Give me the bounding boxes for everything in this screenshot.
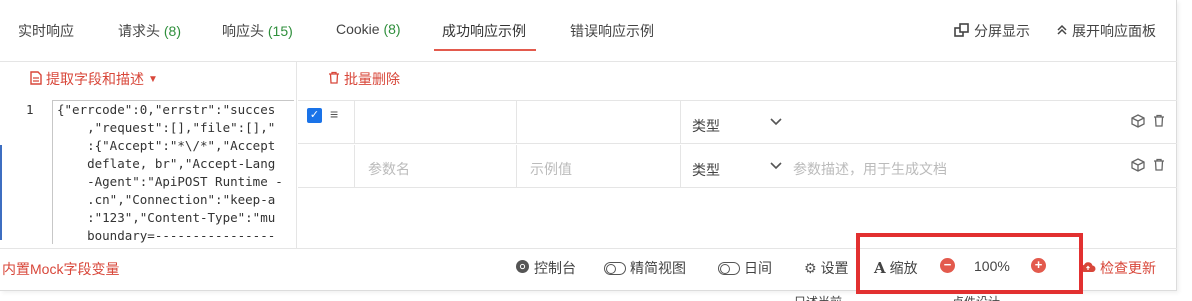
trash-icon[interactable] [1153, 114, 1165, 130]
chevrons-up-icon [1056, 23, 1068, 39]
table-row: ✓ ≡ 类型 [298, 101, 1177, 144]
code-line: :"123","Content-Type":"mu [57, 210, 276, 225]
chevron-down-icon[interactable] [770, 114, 782, 129]
toggle-icon [604, 261, 626, 275]
zoom-highlight-box [856, 233, 1083, 294]
console-button[interactable]: 控制台 [515, 258, 576, 278]
line-gutter: 1 [0, 100, 46, 244]
table-row: 参数名 示例值 类型 参数描述，用于生成文档 [298, 145, 1177, 188]
example-value-input[interactable]: 示例值 [517, 145, 681, 188]
split-view-button[interactable]: 分屏显示 [954, 21, 1030, 41]
console-label: 控制台 [534, 260, 576, 276]
editor-scroll-indicator [0, 145, 2, 240]
type-desc-cell: 类型 [681, 101, 1177, 144]
drag-handle-icon[interactable]: ≡ [330, 106, 338, 122]
code-line: deflate, br","Accept-Lang [57, 156, 276, 171]
extract-fields-label: 提取字段和描述 [46, 71, 144, 87]
row-control-cell: ✓ ≡ [298, 101, 355, 144]
toggle-icon [718, 261, 740, 275]
chevron-down-icon[interactable] [770, 158, 782, 173]
code-content: {"errcode":0,"errstr":"succes ,"request"… [52, 100, 294, 244]
document-icon [30, 70, 42, 88]
active-tab-indicator [434, 49, 536, 51]
line-number: 1 [26, 102, 34, 117]
tab-label: Cookie [336, 21, 380, 37]
tab-label: 错误响应示例 [570, 23, 654, 39]
trash-icon [328, 71, 340, 87]
gear-icon: ⚙ [804, 259, 817, 276]
check-update-button[interactable]: 检查更新 [1080, 258, 1156, 278]
compact-view-toggle[interactable]: 精简视图 [604, 258, 686, 278]
compact-view-label: 精简视图 [630, 260, 686, 276]
tab-count: (8) [383, 21, 401, 37]
type-select[interactable]: 类型 [692, 116, 720, 136]
cube-icon[interactable] [1131, 158, 1145, 175]
batch-delete-label: 批量删除 [344, 71, 400, 87]
row-checkbox[interactable]: ✓ [307, 108, 322, 123]
expand-panel-label: 展开响应面板 [1072, 23, 1156, 39]
check-update-label: 检查更新 [1100, 260, 1156, 276]
tab-realtime-response[interactable]: 实时响应 [18, 21, 74, 41]
param-table: ✓ ≡ 类型 参数名 示例值 类型 参数描述，用于生成文档 [298, 100, 1177, 188]
settings-button[interactable]: ⚙ 设置 [804, 258, 849, 278]
code-line: {"errcode":0,"errstr":"succes [57, 102, 276, 117]
day-mode-toggle[interactable]: 日间 [718, 258, 772, 278]
caret-down-icon: ▼ [148, 73, 158, 85]
day-mode-label: 日间 [744, 260, 772, 276]
settings-label: 设置 [820, 260, 849, 276]
param-name-input[interactable] [355, 101, 517, 144]
row-control-cell [298, 145, 355, 188]
param-name-input[interactable]: 参数名 [355, 145, 517, 188]
code-line: -Agent":"ApiPOST Runtime - [57, 174, 283, 189]
background-text: 点件设计 [952, 293, 1000, 301]
trash-icon[interactable] [1153, 158, 1165, 174]
mock-variables-link[interactable]: 内置Mock字段变量 [2, 259, 119, 279]
split-screen-icon [954, 22, 970, 40]
type-select[interactable]: 类型 [692, 160, 720, 180]
tab-count: (15) [267, 23, 293, 39]
cube-icon[interactable] [1131, 114, 1145, 131]
split-view-label: 分屏显示 [974, 23, 1030, 39]
code-line: ,"request":[],"file":[]," [57, 120, 276, 135]
tab-label: 请求头 [118, 23, 160, 39]
example-value-input[interactable] [517, 101, 681, 144]
batch-delete-button[interactable]: 批量删除 [328, 69, 400, 89]
tab-label: 成功响应示例 [442, 23, 526, 39]
chrome-icon [515, 259, 530, 277]
example-value-placeholder: 示例值 [530, 161, 572, 177]
code-line: :{"Accept":"*\/*","Accept [57, 138, 276, 153]
tab-error-example[interactable]: 错误响应示例 [570, 21, 654, 41]
code-line: boundary=---------------- [57, 228, 276, 243]
tab-success-example[interactable]: 成功响应示例 [442, 21, 526, 41]
code-editor[interactable]: 1 {"errcode":0,"errstr":"succes ,"reques… [0, 100, 297, 244]
tab-cookie[interactable]: Cookie (8) [336, 21, 401, 37]
response-tabbar: 实时响应 请求头 (8) 响应头 (15) Cookie (8) 成功响应示例 … [0, 0, 1177, 62]
tab-label: 响应头 [222, 23, 264, 39]
description-input[interactable]: 参数描述，用于生成文档 [793, 159, 947, 179]
tab-count: (8) [163, 23, 182, 39]
tab-response-headers[interactable]: 响应头 (15) [222, 21, 293, 41]
param-name-placeholder: 参数名 [368, 161, 410, 177]
extract-fields-button[interactable]: 提取字段和描述 ▼ [30, 69, 158, 89]
background-text: 只述当前 [794, 293, 842, 301]
tab-label: 实时响应 [18, 23, 74, 39]
expand-panel-button[interactable]: 展开响应面板 [1056, 21, 1156, 41]
type-desc-cell: 类型 参数描述，用于生成文档 [681, 145, 1177, 188]
code-line: .cn","Connection":"keep-a [57, 192, 276, 207]
tab-request-headers[interactable]: 请求头 (8) [118, 21, 181, 41]
